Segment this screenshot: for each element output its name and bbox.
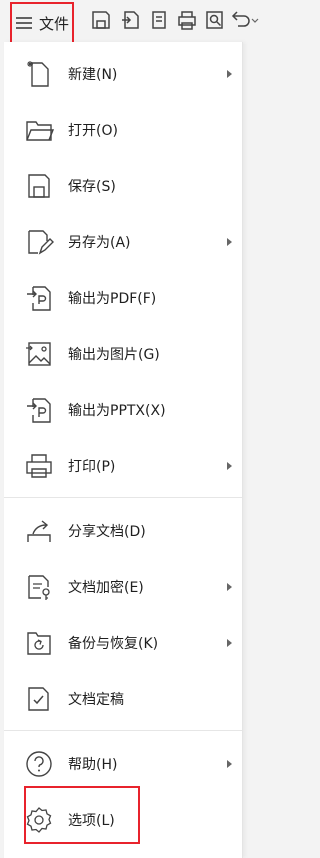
menu-item-label: 备份与恢复(K)	[68, 636, 159, 652]
menu-item-share[interactable]: 分享文档(D)	[4, 503, 242, 559]
export-pdf-icon	[24, 283, 54, 313]
menu-item-save-as[interactable]: 另存为(A)	[4, 214, 242, 270]
find-icon[interactable]	[204, 9, 226, 31]
quick-access-toolbar: 文件	[0, 0, 260, 44]
export-icon[interactable]	[120, 9, 142, 31]
menu-item-save[interactable]: 保存(S)	[4, 158, 242, 214]
menu-item-label: 文档定稿	[68, 692, 124, 708]
print-icon	[24, 451, 54, 481]
submenu-arrow-icon	[227, 583, 232, 591]
save-icon	[24, 171, 54, 201]
menu-item-label: 输出为PDF(F)	[68, 291, 157, 307]
hamburger-icon	[15, 16, 33, 30]
menu-item-label: 文档加密(E)	[68, 580, 144, 596]
open-folder-icon	[24, 115, 54, 145]
menu-divider	[4, 497, 242, 498]
export-image-icon	[24, 339, 54, 369]
export-pptx-icon	[24, 395, 54, 425]
submenu-arrow-icon	[227, 462, 232, 470]
menu-item-export-pptx[interactable]: 输出为PPTX(X)	[4, 382, 242, 438]
file-menu-button[interactable]: 文件	[10, 2, 74, 44]
menu-item-label: 分享文档(D)	[68, 524, 146, 540]
menu-item-export-image[interactable]: 输出为图片(G)	[4, 326, 242, 382]
backup-icon	[24, 628, 54, 658]
menu-item-finalize[interactable]: 文档定稿	[4, 671, 242, 727]
new-file-icon	[24, 59, 54, 89]
menu-item-new[interactable]: 新建(N)	[4, 46, 242, 102]
menu-item-encrypt[interactable]: 文档加密(E)	[4, 559, 242, 615]
menu-item-print[interactable]: 打印(P)	[4, 438, 242, 494]
submenu-arrow-icon	[227, 70, 232, 78]
menu-item-label: 保存(S)	[68, 179, 116, 195]
menu-item-help[interactable]: 帮助(H)	[4, 736, 242, 792]
options-highlight-box	[24, 786, 140, 844]
print-icon[interactable]	[176, 9, 198, 31]
menu-item-label: 打开(O)	[68, 123, 118, 139]
help-icon	[24, 749, 54, 779]
submenu-arrow-icon	[227, 639, 232, 647]
menu-item-backup[interactable]: 备份与恢复(K)	[4, 615, 242, 671]
menu-item-label: 打印(P)	[68, 459, 116, 475]
share-icon	[24, 516, 54, 546]
file-menu-label: 文件	[39, 14, 70, 33]
menu-item-export-pdf[interactable]: 输出为PDF(F)	[4, 270, 242, 326]
menu-item-label: 帮助(H)	[68, 757, 118, 773]
menu-divider	[4, 730, 242, 731]
print-preview-icon[interactable]	[148, 9, 170, 31]
menu-item-label: 新建(N)	[68, 67, 118, 83]
menu-item-label: 另存为(A)	[68, 235, 131, 251]
menu-item-open[interactable]: 打开(O)	[4, 102, 242, 158]
save-as-icon	[24, 227, 54, 257]
file-dropdown-menu: 新建(N) 打开(O) 保存(S) 另存为(A) 输出为PDF(F) 输出为图片…	[4, 42, 243, 858]
encrypt-icon	[24, 572, 54, 602]
menu-item-label: 输出为PPTX(X)	[68, 403, 166, 419]
submenu-arrow-icon	[227, 238, 232, 246]
menu-item-label: 输出为图片(G)	[68, 347, 160, 363]
undo-icon[interactable]	[230, 9, 260, 31]
finalize-icon	[24, 684, 54, 714]
save-icon[interactable]	[90, 9, 112, 31]
submenu-arrow-icon	[227, 760, 232, 768]
